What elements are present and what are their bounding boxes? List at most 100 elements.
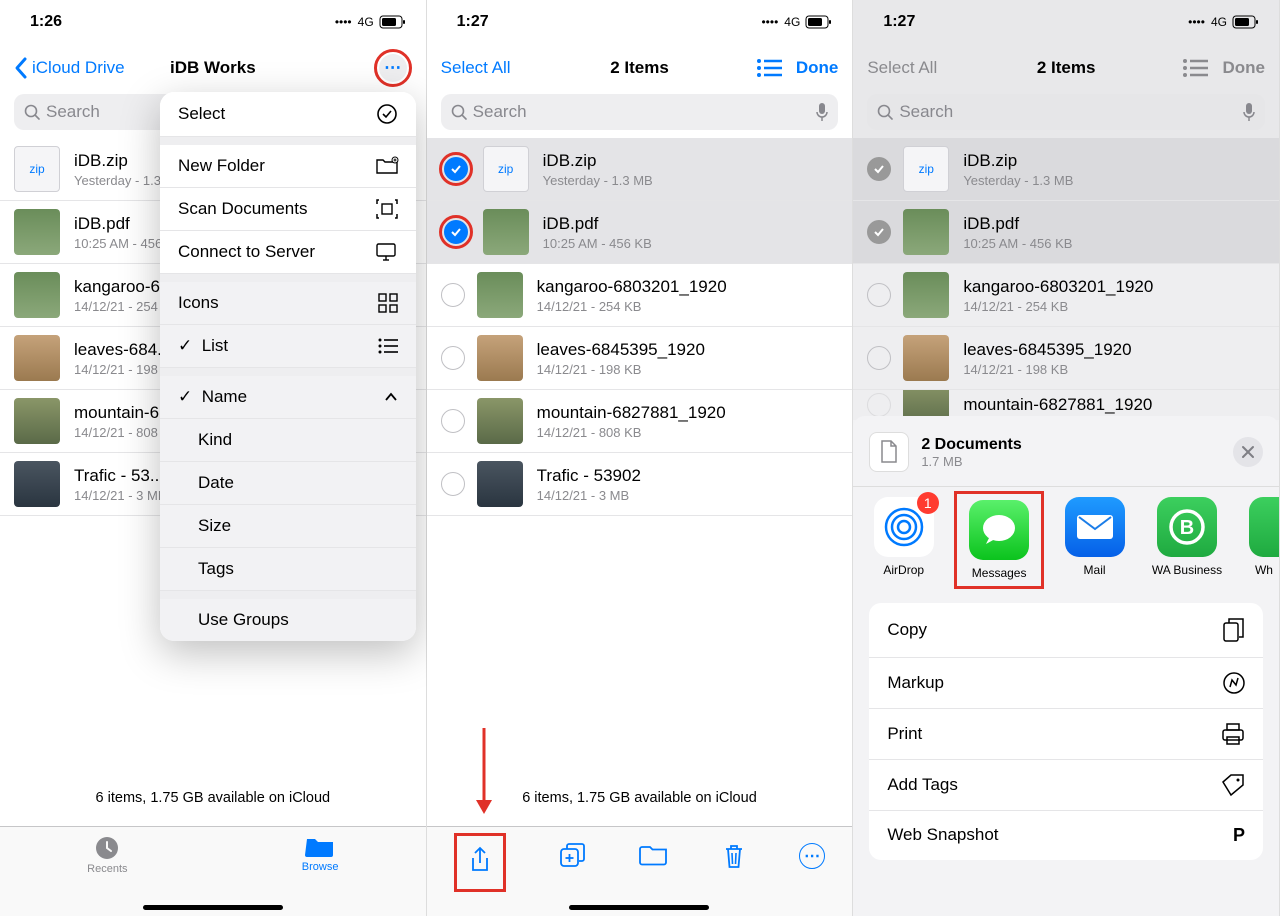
markup-icon: [1223, 672, 1245, 694]
menu-select[interactable]: Select: [160, 92, 416, 137]
check-icon[interactable]: [444, 157, 468, 181]
mic-icon[interactable]: [816, 103, 828, 121]
app-messages[interactable]: Messages: [965, 500, 1033, 580]
share-actions: Copy Markup Print Add Tags Web SnapshotP: [869, 603, 1263, 860]
zip-icon: zip: [903, 146, 949, 192]
check-icon[interactable]: [867, 346, 891, 370]
file-thumb: [477, 272, 523, 318]
menu-new-folder[interactable]: New Folder: [160, 145, 416, 188]
file-row[interactable]: leaves-6845395_192014/12/21 - 198 KB: [427, 327, 853, 390]
file-row[interactable]: leaves-6845395_192014/12/21 - 198 KB: [853, 327, 1279, 390]
action-add-tags[interactable]: Add Tags: [869, 760, 1263, 811]
home-indicator[interactable]: [143, 905, 283, 910]
print-icon: [1221, 723, 1245, 745]
share-header: 2 Documents 1.7 MB: [853, 432, 1279, 486]
close-button[interactable]: [1233, 437, 1263, 467]
menu-sort-date[interactable]: Date: [160, 462, 416, 505]
action-copy[interactable]: Copy: [869, 603, 1263, 658]
move-folder-icon[interactable]: [640, 843, 668, 865]
tab-recents[interactable]: Recents: [87, 835, 127, 875]
phone-1: 1:26 ••••4G iCloud Drive iDB Works ⋯ Sea…: [0, 0, 427, 916]
zip-icon: zip: [14, 146, 60, 192]
menu-icons[interactable]: Icons: [160, 282, 416, 325]
file-thumb: [14, 335, 60, 381]
menu-connect[interactable]: Connect to Server: [160, 231, 416, 274]
check-icon[interactable]: [867, 220, 891, 244]
selection-toolbar: ⋯: [427, 826, 853, 916]
status-right: ••••4G: [1188, 15, 1259, 29]
mic-icon[interactable]: [1243, 103, 1255, 121]
share-highlight: [454, 833, 506, 892]
file-row[interactable]: iDB.pdf10:25 AM - 456 KB: [427, 201, 853, 264]
phone-3: 1:27 ••••4G Select All 2 Items Done Sear…: [853, 0, 1280, 916]
nav-bar: Select All 2 Items Done: [853, 44, 1279, 92]
share-title: 2 Documents: [921, 436, 1021, 454]
share-apps: 1 AirDrop Messages Mail B WA Business Wh: [853, 487, 1279, 603]
check-icon[interactable]: [867, 283, 891, 307]
search-icon: [451, 104, 467, 120]
app-wa-business[interactable]: B WA Business: [1153, 497, 1221, 583]
done-button[interactable]: Done: [1222, 58, 1265, 78]
file-row[interactable]: zipiDB.zipYesterday - 1.3 MB: [427, 138, 853, 201]
select-all-button[interactable]: Select All: [441, 58, 511, 78]
back-button[interactable]: iCloud Drive: [14, 57, 125, 79]
clock: 1:27: [883, 13, 915, 31]
action-markup[interactable]: Markup: [869, 658, 1263, 709]
app-airdrop[interactable]: 1 AirDrop: [873, 497, 934, 583]
app-whatsapp[interactable]: Wh: [1249, 497, 1279, 583]
check-icon[interactable]: [441, 409, 465, 433]
menu-sort-size[interactable]: Size: [160, 505, 416, 548]
file-row[interactable]: kangaroo-6803201_192014/12/21 - 254 KB: [853, 264, 1279, 327]
file-thumb: [483, 209, 529, 255]
status-bar: 1:27 ••••4G: [853, 0, 1279, 44]
more-button[interactable]: ⋯: [799, 843, 825, 869]
check-icon[interactable]: [867, 157, 891, 181]
list-view-icon[interactable]: [1182, 58, 1208, 78]
home-indicator[interactable]: [569, 905, 709, 910]
menu-sort-name[interactable]: ✓ Name: [160, 376, 416, 419]
check-highlight: [439, 215, 473, 249]
check-icon[interactable]: [441, 346, 465, 370]
file-thumb: [477, 335, 523, 381]
search-icon: [877, 104, 893, 120]
phone-2: 1:27 ••••4G Select All 2 Items Done Sear…: [427, 0, 854, 916]
action-print[interactable]: Print: [869, 709, 1263, 760]
file-row[interactable]: kangaroo-6803201_192014/12/21 - 254 KB: [427, 264, 853, 327]
nav-bar: Select All 2 Items Done: [427, 44, 853, 92]
file-thumb: [477, 461, 523, 507]
file-list: zipiDB.zipYesterday - 1.3 MB iDB.pdf10:2…: [427, 138, 853, 516]
file-row[interactable]: Trafic - 5390214/12/21 - 3 MB: [427, 453, 853, 516]
check-icon[interactable]: [441, 283, 465, 307]
menu-scan[interactable]: Scan Documents: [160, 188, 416, 231]
check-icon[interactable]: [867, 393, 891, 417]
search-icon: [24, 104, 40, 120]
file-row[interactable]: iDB.pdf10:25 AM - 456 KB: [853, 201, 1279, 264]
menu-list[interactable]: ✓ List: [160, 325, 416, 368]
trash-icon[interactable]: [723, 843, 745, 869]
search-field[interactable]: Search: [441, 94, 839, 130]
server-icon: [374, 242, 398, 262]
file-thumb: [14, 461, 60, 507]
airdrop-badge: 1: [917, 492, 939, 514]
list-icon: [378, 338, 398, 354]
menu-sort-kind[interactable]: Kind: [160, 419, 416, 462]
file-row[interactable]: zipiDB.zipYesterday - 1.3 MB: [853, 138, 1279, 201]
search-field[interactable]: Search: [867, 94, 1265, 130]
file-row[interactable]: mountain-6827881_192014/12/21 - 808 KB: [427, 390, 853, 453]
tab-browse[interactable]: Browse: [302, 835, 339, 873]
check-icon[interactable]: [444, 220, 468, 244]
select-highlight: Select: [160, 92, 416, 140]
check-icon[interactable]: [441, 472, 465, 496]
done-button[interactable]: Done: [796, 58, 839, 78]
share-icon[interactable]: [469, 846, 491, 874]
action-web-snapshot[interactable]: Web SnapshotP: [869, 811, 1263, 860]
duplicate-icon[interactable]: [560, 843, 586, 869]
menu-use-groups[interactable]: Use Groups: [160, 599, 416, 641]
menu-sort-tags[interactable]: Tags: [160, 548, 416, 591]
select-all-button[interactable]: Select All: [867, 58, 937, 78]
copy-icon: [1223, 617, 1245, 643]
more-button[interactable]: ⋯: [379, 54, 407, 82]
list-view-icon[interactable]: [756, 58, 782, 78]
doc-icon: [869, 432, 909, 472]
app-mail[interactable]: Mail: [1064, 497, 1125, 583]
